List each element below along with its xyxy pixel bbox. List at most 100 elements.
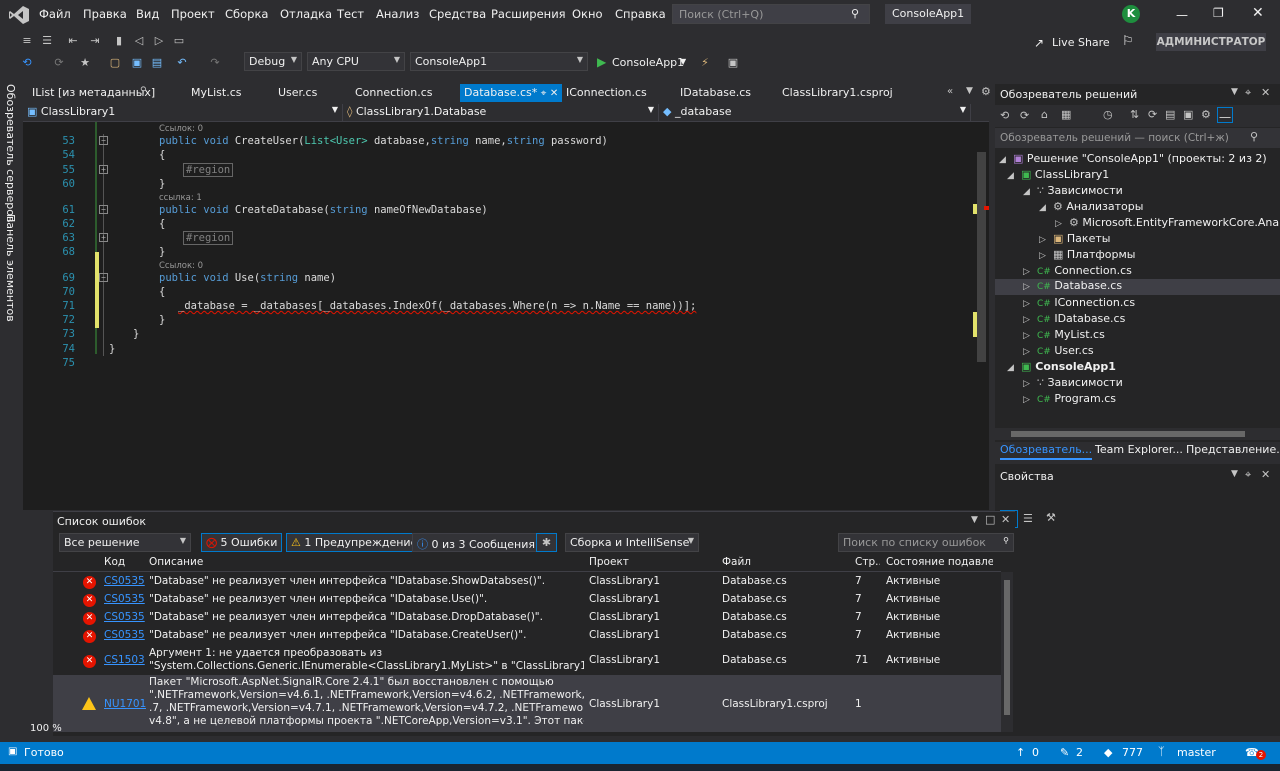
- panel-menu-icon[interactable]: ▼: [971, 515, 978, 525]
- member-nav-select[interactable]: ◆ _database ▼: [659, 104, 971, 121]
- back-icon[interactable]: ⟲: [1000, 109, 1009, 122]
- save-all-icon[interactable]: ▤: [150, 56, 164, 70]
- menu-view[interactable]: Вид: [136, 7, 159, 21]
- collapse-icon[interactable]: −: [99, 136, 108, 145]
- platform-select[interactable]: Any CPU ▼: [307, 52, 405, 71]
- menu-extensions[interactable]: Расширения: [491, 7, 566, 21]
- scrollbar-thumb[interactable]: [1011, 431, 1245, 437]
- scrollbar-thumb[interactable]: [977, 152, 986, 362]
- minimize-icon[interactable]: —: [1176, 8, 1188, 22]
- diagnostic-icon[interactable]: ▣: [726, 56, 740, 70]
- tab-solution-explorer[interactable]: Обозреватель...: [1000, 443, 1093, 460]
- panel-menu-icon[interactable]: ▼: [1231, 469, 1238, 479]
- tree-file-iconnection[interactable]: ▷ C# IConnection.cs: [1023, 296, 1135, 309]
- wrench-icon[interactable]: ⚒: [1046, 511, 1056, 524]
- messages-filter-button[interactable]: ⓘ 0 из 3 Сообщения: [412, 533, 540, 552]
- code-lens[interactable]: ссылка: 1: [159, 193, 202, 203]
- collapse-icon[interactable]: −: [99, 205, 108, 214]
- play-icon[interactable]: ▶: [597, 55, 606, 69]
- error-code-link[interactable]: CS1503: [104, 654, 145, 666]
- menu-project[interactable]: Проект: [171, 7, 215, 21]
- bookmark-prev-icon[interactable]: ◁: [132, 34, 146, 48]
- warning-row-selected[interactable]: NU1701 Пакет "Microsoft.AspNet.SignalR.C…: [53, 675, 1001, 732]
- column-description[interactable]: Описание: [149, 556, 203, 568]
- expand-icon[interactable]: +: [99, 165, 108, 174]
- tree-frameworks[interactable]: ▷ ▦ Платформы: [1039, 248, 1135, 261]
- config-select[interactable]: Debug ▼: [244, 52, 302, 71]
- undo-icon[interactable]: ↶: [175, 56, 189, 70]
- maximize-icon[interactable]: □: [985, 513, 995, 526]
- error-row[interactable]: ✕ CS1503 Аргумент 1: не удается преобраз…: [53, 647, 1001, 675]
- pin-icon[interactable]: ⌖: [541, 88, 547, 99]
- repo-icon[interactable]: ◆: [1104, 746, 1112, 759]
- pencil-icon[interactable]: ✎: [1060, 746, 1069, 759]
- status-edits[interactable]: 2: [1076, 746, 1083, 759]
- back-icon[interactable]: ⟲: [20, 56, 34, 70]
- preview-icon[interactable]: ⎼: [1217, 107, 1233, 123]
- menu-build[interactable]: Сборка: [225, 7, 268, 21]
- startup-project-select[interactable]: ConsoleApp1 ▼: [410, 52, 588, 71]
- alphabetical-icon[interactable]: ☰: [1023, 512, 1033, 525]
- zoom-level[interactable]: 100 %: [30, 723, 62, 734]
- pin-icon[interactable]: ⌖: [1245, 468, 1251, 482]
- menu-file[interactable]: Файл: [39, 7, 71, 21]
- tree-packages[interactable]: ▷ ▣ Пакеты: [1039, 232, 1110, 245]
- tree-file-idatabase[interactable]: ▷ C# IDatabase.cs: [1023, 312, 1125, 325]
- tab-overflow-icon[interactable]: «: [947, 86, 953, 97]
- tab-csproj[interactable]: ClassLibrary1.csproj: [782, 86, 893, 99]
- tab-class-view[interactable]: Представление...: [1186, 443, 1280, 456]
- tab-database-active[interactable]: Database.cs* ⌖ ✕: [460, 84, 563, 102]
- tree-file-database-selected[interactable]: ▷ C# Database.cs: [995, 279, 1280, 295]
- error-code-link[interactable]: CS0535: [104, 629, 145, 641]
- tree-file-connection[interactable]: ▷ C# Connection.cs: [1023, 264, 1132, 277]
- tree-project-classlibrary[interactable]: ◢ ▣ ClassLibrary1: [1007, 168, 1109, 181]
- indent-icon[interactable]: ⇤: [66, 34, 80, 48]
- bookmark-icon[interactable]: ▮: [112, 34, 126, 48]
- tree-project-consoleapp[interactable]: ◢ ▣ ConsoleApp1: [1007, 360, 1116, 373]
- tab-mylist[interactable]: MyList.cs: [191, 86, 242, 99]
- switch-view-icon[interactable]: ▦: [1061, 108, 1071, 121]
- collapsed-region[interactable]: #region: [183, 231, 234, 245]
- collapse-all-icon[interactable]: ▤: [1165, 108, 1175, 121]
- redo-icon[interactable]: ↷: [208, 56, 222, 70]
- scrollbar-thumb[interactable]: [1004, 580, 1010, 715]
- close-icon[interactable]: ✕: [1261, 86, 1270, 99]
- save-icon[interactable]: ▣: [130, 56, 144, 70]
- solution-search[interactable]: Обозреватель решений — поиск (Ctrl+ж) ⚲: [995, 128, 1280, 148]
- error-code-link[interactable]: CS0535: [104, 575, 145, 587]
- restore-icon[interactable]: ❐: [1213, 6, 1224, 20]
- avatar[interactable]: K: [1122, 5, 1140, 23]
- tab-idatabase[interactable]: IDatabase.cs: [680, 86, 751, 99]
- error-row[interactable]: ✕ CS0535 "Database" не реализует член ин…: [53, 593, 1001, 611]
- warning-code-link[interactable]: NU1701: [104, 698, 146, 710]
- live-share-button[interactable]: Live Share: [1052, 36, 1110, 49]
- feedback-icon[interactable]: ⚐: [1122, 34, 1134, 49]
- quick-launch-search[interactable]: Поиск (Ctrl+Q) ⚲: [672, 4, 870, 24]
- menu-analyze[interactable]: Анализ: [376, 7, 419, 21]
- menu-window[interactable]: Окно: [572, 7, 603, 21]
- tab-list-icon[interactable]: ▼: [966, 86, 973, 96]
- history-icon[interactable]: ◷: [1103, 108, 1113, 121]
- settings-icon[interactable]: ⚙: [981, 85, 991, 98]
- column-code[interactable]: Код: [104, 556, 125, 568]
- tree-analyzer-ef[interactable]: ▷ ⚙ Microsoft.EntityFrameworkCore.Analyz: [1055, 216, 1280, 229]
- open-folder-icon[interactable]: ▢: [108, 56, 122, 70]
- pin-icon[interactable]: ⌖: [1245, 86, 1251, 100]
- column-line[interactable]: Стр...: [855, 556, 880, 568]
- new-project-icon[interactable]: ★: [78, 56, 92, 70]
- collapsed-region[interactable]: #region: [183, 163, 234, 177]
- error-row[interactable]: ✕ CS0535 "Database" не реализует член ин…: [53, 629, 1001, 647]
- code-lens[interactable]: Ссылок: 0: [159, 124, 203, 134]
- align-icon[interactable]: ☰: [40, 34, 54, 48]
- error-code-link[interactable]: CS0535: [104, 593, 145, 605]
- forward-icon[interactable]: ⟳: [1020, 109, 1029, 122]
- errors-filter-button[interactable]: ⨂ 5 Ошибки: [201, 533, 283, 552]
- column-suppression[interactable]: Состояние подавления: [886, 556, 993, 568]
- tree-analyzers[interactable]: ◢ ⚙ Анализаторы: [1039, 200, 1143, 213]
- bookmark-clear-icon[interactable]: ▭: [172, 34, 186, 48]
- vs-logo-icon[interactable]: [8, 5, 30, 25]
- horizontal-scrollbar[interactable]: [995, 428, 1280, 440]
- editor-scrollbar[interactable]: [973, 122, 989, 510]
- tab-ilist[interactable]: IList [из метаданных]: [32, 86, 155, 99]
- sync-icon[interactable]: ⇅: [1130, 108, 1139, 121]
